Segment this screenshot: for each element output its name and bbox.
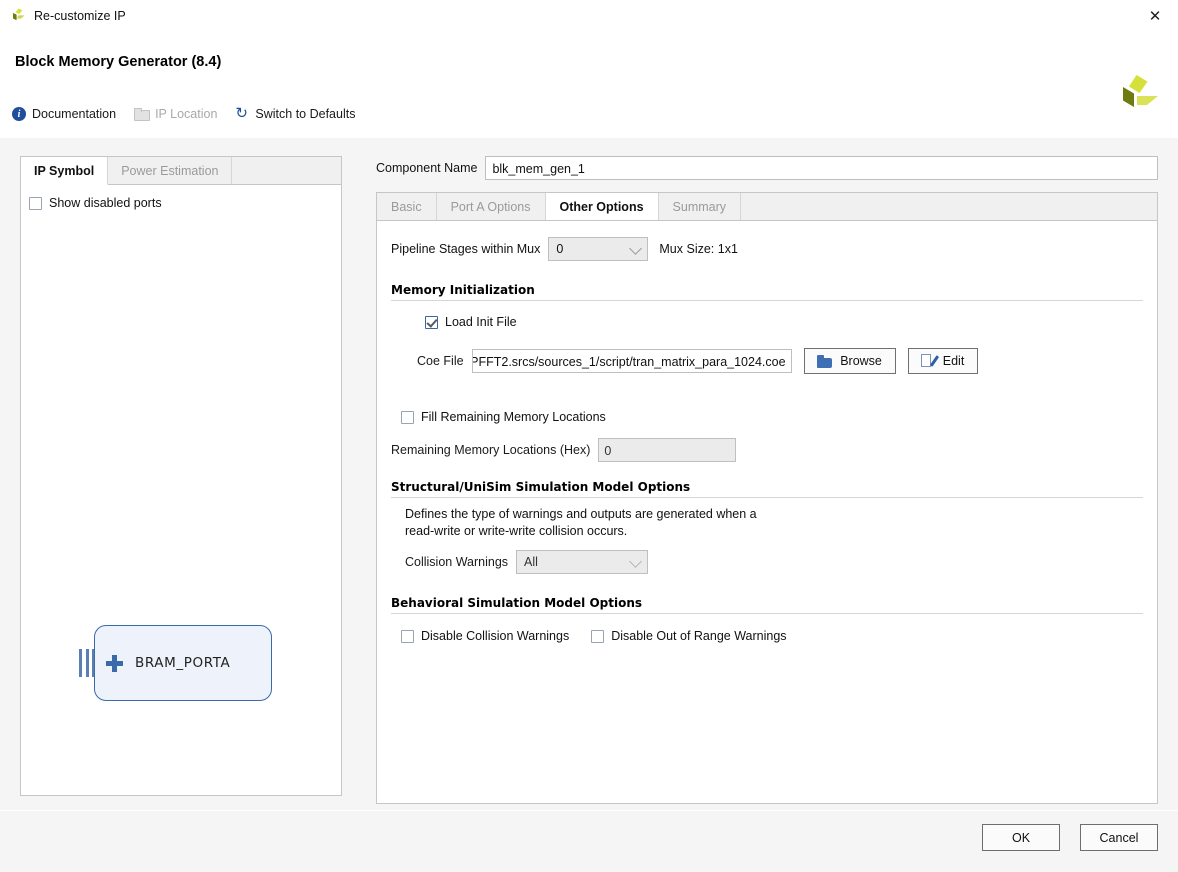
section-divider [391, 497, 1143, 498]
memory-initialization-section: Memory Initialization Load Init File Coe… [391, 283, 1143, 462]
re-customize-ip-dialog: Re-customize IP ✕ Block Memory Generator… [0, 0, 1178, 872]
tab-summary-label: Summary [673, 200, 726, 214]
load-init-file-label: Load Init File [445, 315, 517, 329]
switch-to-defaults-link[interactable]: ↻ Switch to Defaults [235, 107, 355, 121]
header-linkbar: i Documentation IP Location ↻ Switch to … [12, 107, 373, 121]
structural-unisim-section: Structural/UniSim Simulation Model Optio… [391, 480, 1143, 574]
disable-collision-warnings-label: Disable Collision Warnings [421, 629, 569, 643]
component-name-row: Component Name blk_mem_gen_1 [376, 156, 1158, 180]
show-disabled-ports-checkbox[interactable] [29, 197, 42, 210]
dialog-footer: OK Cancel [0, 810, 1178, 872]
page-title: Block Memory Generator (8.4) [15, 54, 221, 70]
tab-port-a-options[interactable]: Port A Options [437, 193, 546, 220]
collision-description-line2: read-write or write-write collision occu… [405, 523, 1143, 540]
collision-warnings-value: All [524, 555, 538, 569]
section-divider [391, 613, 1143, 614]
documentation-label: Documentation [32, 107, 116, 121]
disable-out-of-range-warnings-label: Disable Out of Range Warnings [611, 629, 786, 643]
edit-pencil-icon [921, 354, 936, 368]
bram-porta-label: BRAM_PORTA [135, 655, 230, 671]
fill-remaining-row: Fill Remaining Memory Locations [401, 410, 1143, 424]
show-disabled-ports-label: Show disabled ports [49, 196, 162, 210]
behavioral-checkbox-row: Disable Collision Warnings Disable Out o… [401, 629, 1143, 643]
xilinx-logo-large-icon [1114, 73, 1164, 117]
tab-basic-label: Basic [391, 200, 422, 214]
remaining-hex-input[interactable]: 0 [598, 438, 736, 462]
dialog-header: Block Memory Generator (8.4) i Documenta… [0, 31, 1178, 139]
edit-button-label: Edit [943, 354, 965, 368]
tab-ip-symbol-label: IP Symbol [34, 164, 94, 178]
documentation-link[interactable]: i Documentation [12, 107, 116, 121]
collision-description-line1: Defines the type of warnings and outputs… [405, 506, 1143, 523]
disable-out-of-range-warnings-checkbox[interactable] [591, 630, 604, 643]
structural-unisim-title: Structural/UniSim Simulation Model Optio… [391, 480, 1143, 497]
title-bar: Re-customize IP ✕ [0, 0, 1178, 32]
behavioral-sim-section: Behavioral Simulation Model Options Disa… [391, 596, 1143, 643]
collision-warnings-select[interactable]: All [516, 550, 648, 574]
ok-button[interactable]: OK [982, 824, 1060, 851]
expand-plus-icon[interactable] [106, 655, 123, 672]
switch-to-defaults-label: Switch to Defaults [255, 107, 355, 121]
section-divider [391, 300, 1143, 301]
component-name-input[interactable]: blk_mem_gen_1 [485, 156, 1158, 180]
show-disabled-ports-row: Show disabled ports [29, 196, 341, 210]
tab-other-options[interactable]: Other Options [546, 193, 659, 221]
ip-location-link[interactable]: IP Location [134, 107, 217, 121]
cancel-button[interactable]: Cancel [1080, 824, 1158, 851]
collision-warnings-label: Collision Warnings [405, 555, 508, 569]
fill-remaining-label: Fill Remaining Memory Locations [421, 410, 606, 424]
coe-file-input[interactable]: IPFFT2.srcs/sources_1/script/tran_matrix… [472, 349, 792, 373]
coe-file-row: Coe File IPFFT2.srcs/sources_1/script/tr… [417, 348, 1143, 374]
memory-initialization-title: Memory Initialization [391, 283, 1143, 300]
collision-warnings-row: Collision Warnings All [405, 550, 1143, 574]
tab-ip-symbol[interactable]: IP Symbol [21, 157, 108, 185]
refresh-icon: ↻ [235, 107, 249, 121]
close-icon[interactable]: ✕ [1132, 0, 1178, 31]
tab-summary[interactable]: Summary [659, 193, 741, 220]
ip-symbol-canvas: BRAM_PORTA [21, 217, 341, 795]
load-init-file-checkbox[interactable] [425, 316, 438, 329]
browse-button[interactable]: Browse [804, 348, 896, 374]
bram-porta-block[interactable]: BRAM_PORTA [94, 625, 272, 701]
left-tab-strip: IP Symbol Power Estimation [21, 157, 341, 185]
info-icon: i [12, 107, 26, 121]
folder-icon [134, 108, 149, 120]
remaining-hex-label: Remaining Memory Locations (Hex) [391, 443, 590, 457]
ip-symbol-panel: IP Symbol Power Estimation Show disabled… [20, 156, 342, 796]
footer-buttons: OK Cancel [962, 824, 1158, 851]
pipeline-stages-select[interactable]: 0 [548, 237, 648, 261]
ip-location-label: IP Location [155, 107, 217, 121]
behavioral-sim-title: Behavioral Simulation Model Options [391, 596, 1143, 613]
other-options-pane: Pipeline Stages within Mux 0 Mux Size: 1… [376, 220, 1158, 804]
open-folder-icon [817, 355, 833, 368]
tab-power-estimation-label: Power Estimation [121, 164, 218, 178]
bus-connector-icon [79, 649, 95, 677]
ip-config-panel: Component Name blk_mem_gen_1 Basic Port … [376, 156, 1158, 796]
pipeline-stages-label: Pipeline Stages within Mux [391, 242, 540, 256]
remaining-hex-row: Remaining Memory Locations (Hex) 0 [391, 438, 1143, 462]
mux-size-label: Mux Size: 1x1 [659, 242, 738, 256]
coe-file-label: Coe File [417, 354, 464, 368]
chevron-down-icon [629, 555, 642, 568]
pipeline-stages-row: Pipeline Stages within Mux 0 Mux Size: 1… [391, 237, 1157, 261]
xilinx-logo-icon [10, 7, 28, 25]
load-init-file-row: Load Init File [425, 315, 1143, 329]
disable-collision-warnings-checkbox[interactable] [401, 630, 414, 643]
tab-other-options-label: Other Options [560, 200, 644, 214]
edit-button[interactable]: Edit [908, 348, 978, 374]
tab-basic[interactable]: Basic [377, 193, 437, 220]
fill-remaining-checkbox[interactable] [401, 411, 414, 424]
pipeline-stages-value: 0 [556, 242, 563, 256]
main-tab-strip: Basic Port A Options Other Options Summa… [376, 192, 1158, 220]
component-name-label: Component Name [376, 161, 477, 175]
tab-power-estimation[interactable]: Power Estimation [108, 157, 232, 184]
window-title: Re-customize IP [34, 9, 126, 23]
browse-button-label: Browse [840, 354, 882, 368]
tab-port-a-options-label: Port A Options [451, 200, 531, 214]
dialog-body: IP Symbol Power Estimation Show disabled… [0, 138, 1178, 810]
chevron-down-icon [630, 242, 643, 255]
